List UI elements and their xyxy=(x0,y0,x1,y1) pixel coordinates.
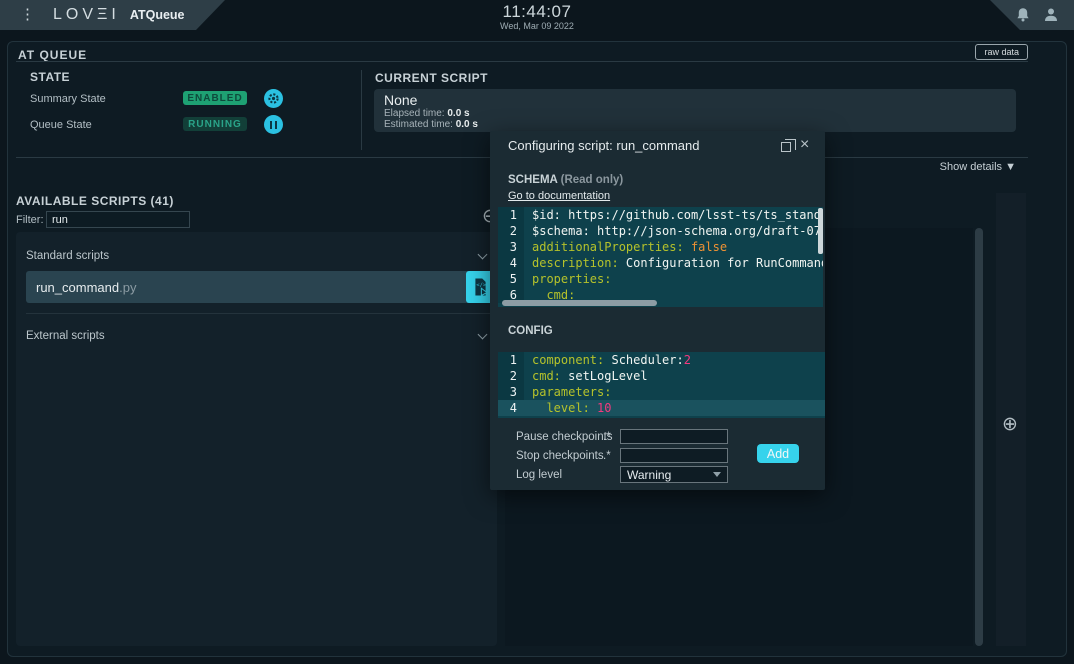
line-number: 4 xyxy=(498,255,524,271)
external-scripts-group[interactable]: External scripts xyxy=(26,324,494,348)
show-details-arrow-icon: ▼ xyxy=(1005,161,1016,173)
standard-scripts-label: Standard scripts xyxy=(26,250,109,262)
estimated-time-row: Estimated time: 0.0 s xyxy=(384,119,1016,130)
add-button[interactable]: Add xyxy=(757,444,799,463)
script-row-run-command[interactable]: run_command.py </> xyxy=(26,271,494,303)
code-line-4[interactable]: 4description: Configuration for RunComma… xyxy=(498,255,823,271)
pause-checkpoints-label: Pause checkpoints xyxy=(516,431,613,443)
line-number: 2 xyxy=(498,368,524,384)
stop-regex-hint: .* xyxy=(603,450,611,462)
line-number: 4 xyxy=(498,400,524,416)
queue-pause-button[interactable] xyxy=(264,115,283,134)
love-logo: LOVΞI xyxy=(53,6,120,24)
detach-window-icon[interactable] xyxy=(781,142,791,152)
configure-script-modal: Configuring script: run_command × SCHEMA… xyxy=(490,131,825,490)
top-bar: ⋮ LOVΞI ATQueue 11:44:07 Wed, Mar 09 202… xyxy=(0,0,1074,30)
notifications-bell-icon[interactable] xyxy=(1014,6,1032,24)
code-line-2[interactable]: 2$schema: http://json-schema.org/draft-0… xyxy=(498,223,823,239)
line-number: 1 xyxy=(498,207,524,223)
script-extension: .py xyxy=(119,280,136,295)
external-scripts-label: External scripts xyxy=(26,330,105,342)
standard-scripts-group[interactable]: Standard scripts xyxy=(26,244,494,268)
show-details-toggle[interactable]: Show details ▼ xyxy=(940,161,1016,173)
summary-state-badge: ENABLED xyxy=(183,91,247,105)
script-name: run_command.py xyxy=(36,280,466,295)
stop-checkpoints-input[interactable] xyxy=(620,448,728,463)
top-bar-left-wedge: ⋮ LOVΞI ATQueue xyxy=(0,0,230,30)
svg-text:</>: </> xyxy=(476,283,487,289)
line-number: 3 xyxy=(498,384,524,400)
chevron-down-icon xyxy=(478,329,488,339)
current-script-card: None Elapsed time: 0.0 s Estimated time:… xyxy=(374,89,1016,132)
config-editor[interactable]: 1component: Scheduler:22cmd: setLogLevel… xyxy=(498,352,825,418)
available-scripts-list: Standard scripts run_command.py </> Exte… xyxy=(16,232,497,646)
pause-icon xyxy=(270,121,278,129)
script-launch-icon: </> xyxy=(472,276,489,298)
select-arrow-icon xyxy=(713,472,721,477)
filter-input[interactable] xyxy=(46,211,190,228)
summary-state-label: Summary State xyxy=(30,93,106,105)
queue-state-label: Queue State xyxy=(30,119,92,131)
line-number: 5 xyxy=(498,271,524,287)
top-bar-right-wedge xyxy=(984,0,1074,30)
user-account-icon[interactable] xyxy=(1042,6,1060,24)
log-level-value: Warning xyxy=(627,468,671,482)
summary-state-config-button[interactable] xyxy=(264,89,283,108)
menu-kebab-icon[interactable]: ⋮ xyxy=(20,0,35,30)
code-line-5[interactable]: 5properties: xyxy=(498,271,823,287)
schema-heading: SCHEMA (Read only) xyxy=(508,174,623,186)
current-script-heading: CURRENT SCRIPT xyxy=(375,71,488,85)
waiting-scripts-scrollbar[interactable] xyxy=(975,228,983,646)
code-line-3[interactable]: 3parameters: xyxy=(498,384,825,400)
panel-title: AT QUEUE xyxy=(18,48,87,62)
log-level-label: Log level xyxy=(516,469,562,481)
line-number: 2 xyxy=(498,223,524,239)
available-scripts-heading: AVAILABLE SCRIPTS (41) xyxy=(16,194,174,208)
filter-label: Filter: xyxy=(16,214,44,226)
code-line-4[interactable]: 4 level: 10 xyxy=(498,400,825,416)
chevron-down-icon xyxy=(478,249,488,259)
code-line-1[interactable]: 1component: Scheduler:2 xyxy=(498,352,825,368)
elapsed-time-row: Elapsed time: 0.0 s xyxy=(384,108,1016,119)
code-line-1[interactable]: 1$id: https://github.com/lsst-ts/ts_stan… xyxy=(498,207,823,223)
gear-icon xyxy=(266,91,281,106)
config-heading: CONFIG xyxy=(508,325,553,337)
raw-data-button[interactable]: raw data xyxy=(975,44,1028,60)
modal-title: Configuring script: run_command xyxy=(508,138,699,153)
line-number: 1 xyxy=(498,352,524,368)
line-number: 3 xyxy=(498,239,524,255)
add-to-queue-icon[interactable]: ⊕ xyxy=(1002,415,1018,434)
current-script-name: None xyxy=(384,92,1016,108)
group-divider xyxy=(26,313,494,314)
estimated-time-value: 0.0 s xyxy=(456,119,478,130)
schema-readonly-note: (Read only) xyxy=(561,174,624,186)
header-divider xyxy=(16,61,1028,62)
log-level-select[interactable]: Warning xyxy=(620,466,728,483)
documentation-link[interactable]: Go to documentation xyxy=(508,190,610,202)
code-line-2[interactable]: 2cmd: setLogLevel xyxy=(498,368,825,384)
schema-horizontal-scrollbar[interactable] xyxy=(502,300,657,306)
pause-checkpoints-input[interactable] xyxy=(620,429,728,444)
stop-checkpoints-label: Stop checkpoints xyxy=(516,450,604,462)
code-line-3[interactable]: 3additionalProperties: false xyxy=(498,239,823,255)
schema-vertical-scrollbar[interactable] xyxy=(818,208,823,254)
state-script-divider xyxy=(361,70,362,150)
app-name: ATQueue xyxy=(130,8,185,22)
elapsed-time-value: 0.0 s xyxy=(447,108,469,119)
schema-editor[interactable]: 1$id: https://github.com/lsst-ts/ts_stan… xyxy=(498,207,823,307)
queue-state-badge: RUNNING xyxy=(183,117,247,131)
pause-regex-hint: .* xyxy=(603,431,611,443)
state-heading: STATE xyxy=(30,70,70,84)
atqueue-view: ⋮ LOVΞI ATQueue 11:44:07 Wed, Mar 09 202… xyxy=(0,0,1074,664)
close-icon[interactable]: × xyxy=(800,134,809,156)
